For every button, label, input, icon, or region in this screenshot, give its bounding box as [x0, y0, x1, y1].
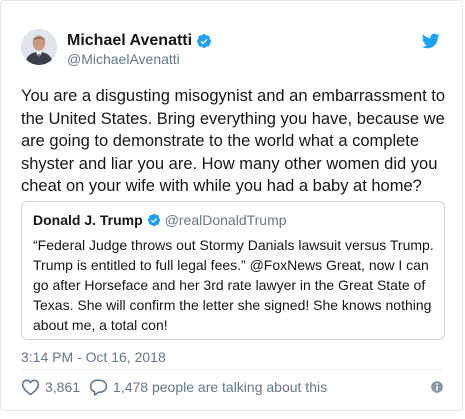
quoted-tweet[interactable]: Donald J. Trump @realDonaldTrump “Federa…: [21, 201, 445, 340]
heart-icon: [21, 379, 40, 396]
conversation-count: 1,478 people are talking about this: [113, 379, 328, 395]
tweet-text: You are a disgusting misogynist and an e…: [21, 87, 446, 195]
quoted-author-handle[interactable]: @realDonaldTrump: [165, 212, 287, 228]
conversation-button[interactable]: 1,478 people are talking about this: [89, 378, 327, 396]
tweet-timestamp[interactable]: 3:14 PM - Oct 16, 2018: [21, 349, 166, 365]
tweet-actions: 3,861 1,478 people are talking about thi…: [21, 377, 327, 397]
author-name[interactable]: Michael Avenatti: [67, 32, 212, 50]
info-icon[interactable]: [430, 380, 444, 394]
avatar[interactable]: [21, 29, 57, 65]
like-count: 3,861: [45, 379, 81, 395]
tweet-card: Michael Avenatti @MichaelAvenatti You ar…: [0, 0, 463, 411]
speech-bubble-icon: [89, 379, 108, 396]
divider: [21, 369, 444, 370]
like-button[interactable]: 3,861: [21, 378, 80, 396]
verified-badge-icon: [197, 34, 212, 48]
quoted-tweet-text: “Federal Judge throws out Stormy Danials…: [33, 237, 434, 333]
author-handle[interactable]: @MichaelAvenatti: [67, 51, 180, 67]
author-name-text: Michael Avenatti: [67, 32, 193, 49]
avatar-photo: [21, 29, 57, 65]
quoted-author-name[interactable]: Donald J. Trump: [33, 212, 143, 228]
verified-badge-icon: [147, 213, 160, 227]
twitter-bird-icon[interactable]: [422, 33, 440, 49]
quoted-tweet-header: Donald J. Trump @realDonaldTrump: [33, 212, 287, 228]
